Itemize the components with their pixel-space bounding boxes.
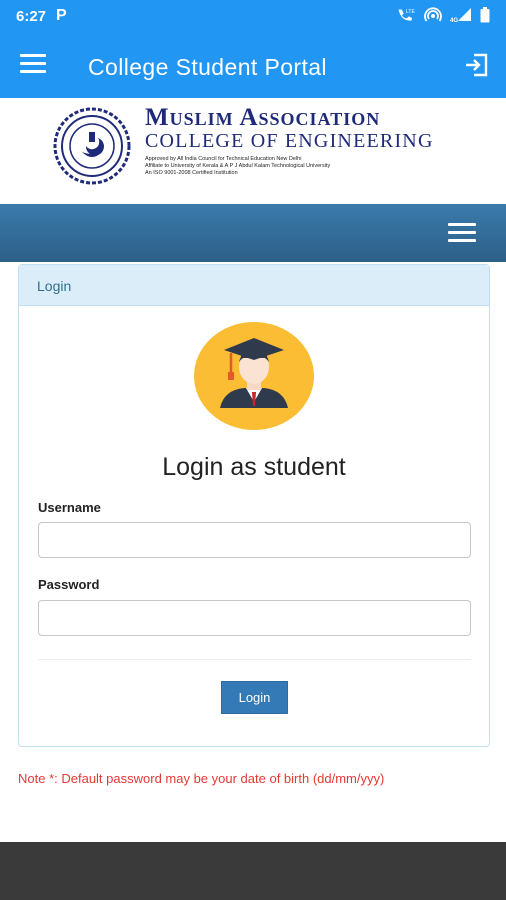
college-affiliations: Approved by All India Council for Techni…: [145, 156, 434, 177]
bottom-bar: [0, 842, 506, 900]
site-nav-strip: [0, 204, 506, 262]
login-button[interactable]: Login: [221, 681, 288, 714]
panel-header: Login: [19, 265, 489, 306]
site-menu-icon[interactable]: [448, 223, 476, 245]
affiliation-line: Approved by All India Council for Techni…: [145, 156, 302, 162]
svg-text:LTE: LTE: [406, 9, 415, 15]
app-title: College Student Portal: [88, 54, 327, 80]
graduate-avatar-icon: [194, 322, 314, 430]
username-label: Username: [38, 500, 101, 515]
hotspot-icon: [424, 7, 442, 22]
login-heading: Login as student: [162, 453, 346, 481]
hamburger-menu-icon[interactable]: [20, 54, 46, 76]
status-time: 6:27: [16, 8, 47, 25]
status-icons: LTE 4G: [396, 7, 490, 23]
college-name-line2: COLLEGE OF ENGINEERING: [145, 130, 434, 152]
password-input[interactable]: [38, 600, 471, 636]
password-label: Password: [38, 577, 100, 592]
signal-4g-icon: 4G: [450, 8, 471, 23]
network-label: 4G: [450, 18, 458, 23]
college-name: Muslim Association COLLEGE OF ENGINEERIN…: [145, 104, 434, 177]
volte-icon: LTE: [398, 9, 415, 21]
username-input[interactable]: [38, 522, 471, 558]
exit-icon[interactable]: [464, 52, 490, 78]
college-header: Muslim Association COLLEGE OF ENGINEERIN…: [0, 98, 506, 204]
college-seal-logo: [53, 107, 131, 185]
notification-indicator: P: [56, 7, 67, 24]
affiliation-line: An ISO 9001-2008 Certified Institution: [145, 170, 238, 176]
login-panel: Login Login as student Username Password…: [18, 264, 490, 747]
divider: [38, 659, 471, 660]
default-password-note: Note *: Default password may be your dat…: [18, 771, 385, 786]
affiliation-line: Affiliate to University of Kerala & A P …: [145, 163, 331, 169]
app-bar: College Student Portal: [0, 34, 506, 98]
status-bar: 6:27 P LTE 4G: [0, 0, 506, 34]
battery-icon: [480, 7, 490, 23]
college-name-line1: Muslim Association: [145, 104, 381, 131]
